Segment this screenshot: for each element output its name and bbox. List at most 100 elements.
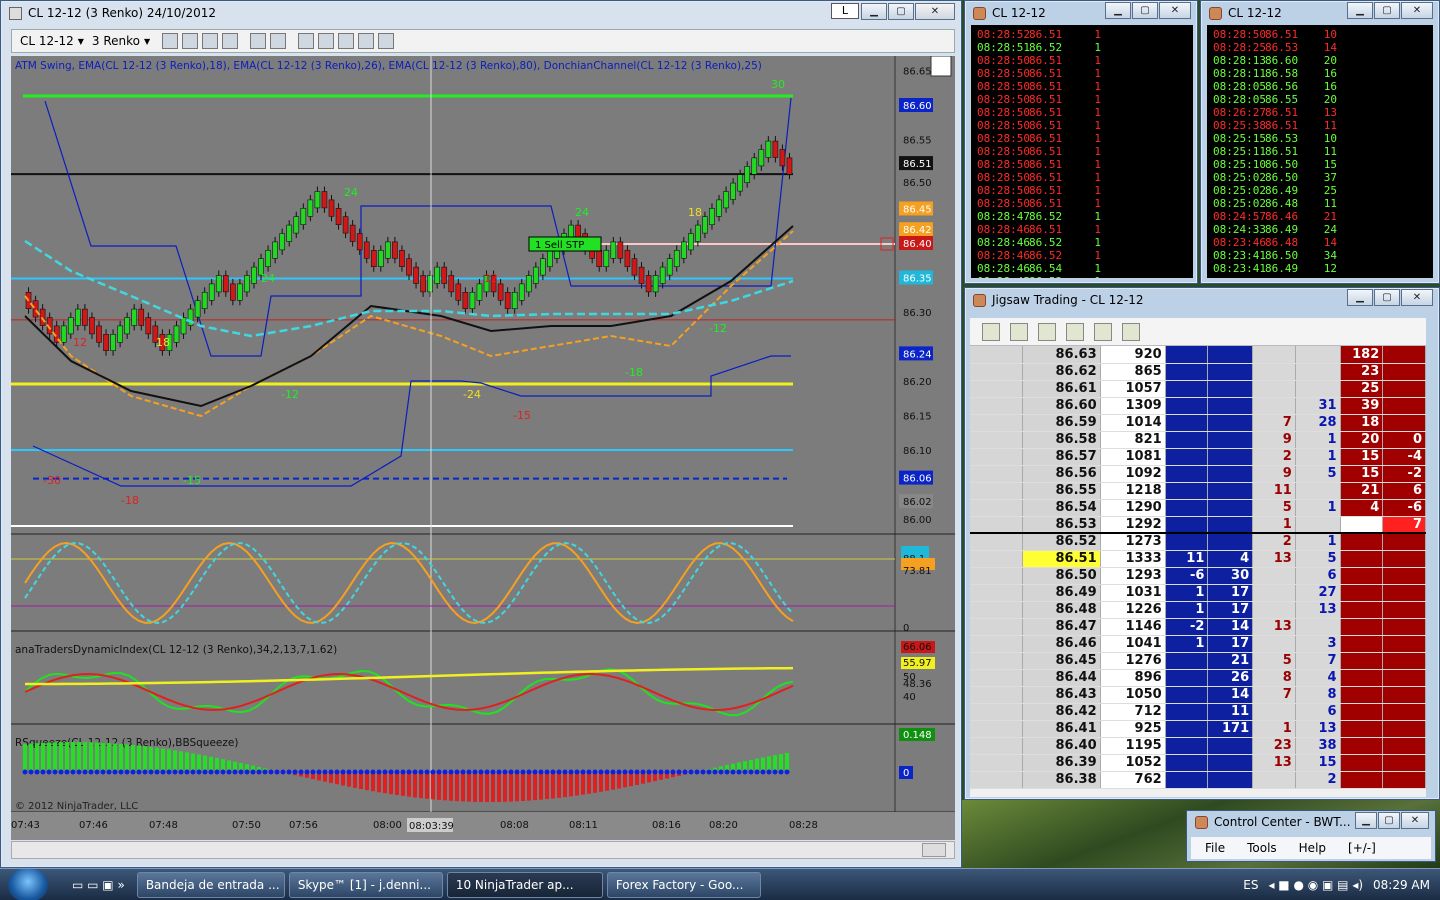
jigsaw-minimize-button[interactable]: ▁ [1347, 289, 1373, 306]
draw-pencil-icon[interactable] [182, 33, 199, 49]
time-sales-1-list[interactable]: 08:28:52 86.51 1 08:28:51 86.52 1 08:28:50 86.5… [971, 25, 1193, 278]
renko-candle [434, 266, 441, 284]
ts2-close-button[interactable]: ✕ [1401, 2, 1433, 19]
ladder-row[interactable]: 86.41 925 171 1 13 [970, 720, 1426, 738]
templates-icon[interactable] [378, 33, 395, 49]
highlight-icon[interactable] [1066, 322, 1084, 341]
columns-icon[interactable] [1010, 322, 1028, 341]
cc-maximize-button[interactable]: ▢ [1378, 812, 1400, 829]
zoom-in-icon[interactable] [202, 33, 219, 49]
ladder-row[interactable]: 86.60 1309 31 39 [970, 397, 1426, 415]
renko-candle [110, 333, 116, 351]
jigsaw-maximize-button[interactable]: ▢ [1374, 289, 1400, 306]
ladder-row[interactable]: 86.47 1146 -2 14 13 [970, 618, 1426, 636]
scrollbar-thumb[interactable] [922, 843, 946, 857]
ladder-row[interactable]: 86.42 712 11 6 [970, 703, 1426, 721]
start-button[interactable] [8, 868, 48, 900]
ladder-settings-icon[interactable] [982, 322, 1000, 341]
jigsaw-close-button[interactable]: ✕ [1401, 289, 1433, 306]
ladder-row[interactable]: 86.50 1293 -6 30 6 [970, 567, 1426, 585]
ts1-minimize-button[interactable]: ▁ [1105, 2, 1131, 19]
menu-file[interactable]: File [1205, 841, 1225, 855]
ladder-row[interactable]: 86.43 1050 14 7 8 [970, 686, 1426, 704]
ladder-row[interactable]: 86.63 920 182 [970, 346, 1426, 364]
chart-trader-icon[interactable] [298, 33, 315, 49]
ladder-row[interactable]: 86.61 1057 25 [970, 380, 1426, 398]
tray-icons[interactable]: ◂ ■ ● ◉ ▣ ▤ ◂) [1268, 878, 1363, 892]
renko-candle [603, 250, 610, 268]
ladder-row[interactable]: 86.49 1031 1 17 27 [970, 584, 1426, 602]
tdi-axis-label: 66.06 [903, 642, 932, 653]
ladder-row[interactable]: 86.62 865 23 [970, 363, 1426, 381]
instrument-selector[interactable]: CL 12-12 [20, 34, 74, 48]
clock[interactable]: 08:29 AM [1373, 878, 1430, 892]
cc-close-button[interactable]: ✕ [1401, 812, 1429, 829]
menu-help[interactable]: Help [1299, 841, 1326, 855]
ladder-row[interactable]: 86.45 1276 21 5 7 [970, 652, 1426, 670]
menu-expand[interactable]: [+/-] [1348, 841, 1376, 855]
ladder-row[interactable]: 86.40 1195 23 38 [970, 737, 1426, 755]
link-button[interactable]: L [831, 3, 859, 19]
recenter-down-icon[interactable] [1122, 322, 1140, 341]
language-indicator[interactable]: ES [1243, 878, 1258, 892]
properties-icon[interactable] [358, 33, 375, 49]
minimize-button[interactable]: ▁ [861, 3, 887, 20]
renko-candle [230, 283, 236, 301]
ts2-minimize-button[interactable]: ▁ [1347, 2, 1373, 19]
taskbar-ninjatrader[interactable]: 10 NinjaTrader ap... [446, 871, 603, 898]
renko-candle [610, 241, 617, 259]
renko-candle [779, 149, 786, 167]
time-sales-2-list[interactable]: 08:28:50 86.51 10 08:28:25 86.53 14 08:28:13 86… [1207, 25, 1433, 278]
strategies-icon[interactable] [338, 33, 355, 49]
recenter-up-icon[interactable] [1094, 322, 1112, 341]
period-selector[interactable]: 3 Renko [92, 34, 140, 48]
quicklaunch-icons[interactable]: ▭ ▭ ▣ » [72, 878, 125, 892]
ladder-row[interactable]: 86.58 821 9 1 20 0 [970, 431, 1426, 449]
ts2-maximize-button[interactable]: ▢ [1374, 2, 1400, 19]
maximize-button[interactable]: ▢ [888, 3, 914, 20]
cc-minimize-button[interactable]: ▁ [1355, 812, 1377, 829]
ladder-row[interactable]: 86.39 1052 13 15 [970, 754, 1426, 772]
taskbar-outlook[interactable]: Bandeja de entrada ... [136, 871, 285, 898]
ladder-row[interactable]: 86.55 1218 11 21 6 [970, 482, 1426, 500]
ladder-row[interactable]: 86.38 762 2 [970, 771, 1426, 789]
squeeze-dot [772, 769, 778, 775]
price-chart[interactable]: 24 24 18 24 18 30 12 -12 -24 -15 -18 -12 -30 -18 -15 12… [11, 56, 955, 840]
menu-tools[interactable]: Tools [1247, 841, 1277, 855]
reset-icon[interactable] [1038, 322, 1056, 341]
taskbar-chrome[interactable]: Forex Factory - Goo... [606, 871, 761, 898]
crosshair-time-label: 08:03:39 [409, 821, 454, 832]
chart-titlebar[interactable]: CL 12-12 (3 Renko) 24/10/2012 [1, 1, 961, 25]
data-box-icon[interactable] [270, 33, 287, 49]
trade-row: 08:28:51 86.52 1 [977, 41, 1101, 54]
ladder-row[interactable]: 86.44 896 26 8 4 [970, 669, 1426, 687]
ts1-window-buttons: ▁ ▢ ✕ [1105, 2, 1191, 19]
zoom-out-icon[interactable] [222, 33, 239, 49]
taskbar-skype[interactable]: Skype™ [1] - j.denni... [288, 871, 443, 898]
ladder-row[interactable]: 86.52 1273 2 1 [970, 532, 1426, 551]
ladder-row[interactable]: 86.48 1226 1 17 13 [970, 601, 1426, 619]
chart-horizontal-scrollbar[interactable] [11, 841, 955, 859]
crosshair-icon[interactable] [250, 33, 267, 49]
ladder-row[interactable]: 86.53 1292 1 2 7 [970, 516, 1426, 534]
ladder-row[interactable]: 86.51 1333 11 4 13 5 [970, 550, 1426, 568]
trade-row: 08:28:50 86.51 1 [977, 171, 1101, 184]
ts1-close-button[interactable]: ✕ [1159, 2, 1191, 19]
indicators-icon[interactable] [318, 33, 335, 49]
close-button[interactable]: ✕ [915, 3, 955, 20]
ladder-row[interactable]: 86.54 1290 5 1 4 -6 [970, 499, 1426, 517]
trade-row: 08:28:50 86.51 1 [977, 93, 1101, 106]
ladder-row[interactable]: 86.59 1014 7 28 18 [970, 414, 1426, 432]
trade-row: 08:28:50 86.51 1 [977, 145, 1101, 158]
trade-row: 08:28:50 86.51 1 [977, 197, 1101, 210]
ts1-maximize-button[interactable]: ▢ [1132, 2, 1158, 19]
squeeze-dot [448, 769, 454, 775]
ladder-row[interactable]: 86.56 1092 9 5 15 -2 [970, 465, 1426, 483]
depth-of-market-ladder[interactable]: 86.63 920 182 86.62 865 23 86.61 1057 25 86.60 130… [970, 346, 1426, 797]
squeeze-dot [544, 769, 550, 775]
ladder-row[interactable]: 86.57 1081 2 1 15 -4 [970, 448, 1426, 466]
bars-type-icon[interactable] [162, 33, 179, 49]
renko-candle [645, 275, 652, 293]
squeeze-dot [196, 769, 202, 775]
ladder-row[interactable]: 86.46 1041 1 17 3 [970, 635, 1426, 653]
